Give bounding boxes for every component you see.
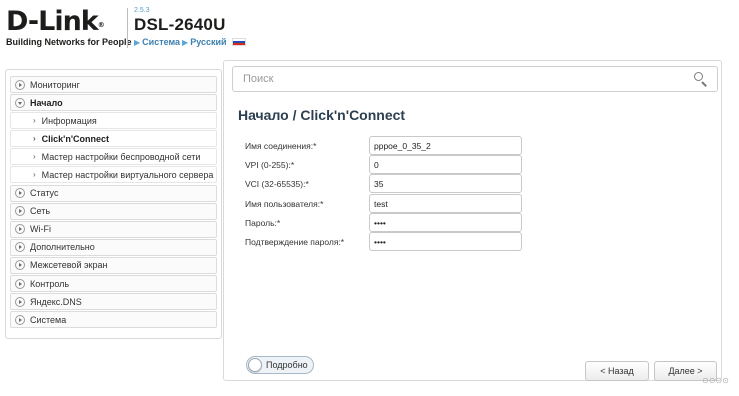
watermark: ⊙⊙⊙⊙ — [702, 376, 729, 385]
russian-flag-icon[interactable] — [231, 38, 246, 46]
chevron-right-icon — [15, 260, 25, 271]
system-link[interactable]: Система — [142, 37, 180, 47]
arrow-right-icon: › — [33, 116, 36, 126]
arrow-right-icon: › — [33, 152, 36, 162]
sidebar-item-status[interactable]: Статус — [10, 184, 217, 202]
sidebar-item-system[interactable]: Система — [10, 311, 217, 329]
details-toggle-label: Подробно — [266, 360, 308, 370]
triangle-icon: ▶ — [182, 37, 189, 47]
vci-label: VCI (32-65535):* — [245, 178, 309, 189]
form-row-connection-name: Имя соединения:* pppoe_0_35_2 — [245, 136, 535, 155]
chevron-right-icon — [15, 188, 25, 199]
chevron-right-icon — [15, 314, 25, 325]
username-label: Имя пользователя:* — [245, 198, 324, 209]
model-block: 2.5.3 DSL-2640U ▶ Система ▶ Русский — [134, 6, 246, 47]
logo-tagline: Building Networks for People — [6, 37, 132, 47]
sidebar-item-control[interactable]: Контроль — [10, 275, 217, 293]
chevron-right-icon — [15, 224, 25, 235]
model-name: DSL-2640U — [134, 15, 226, 34]
header-divider — [127, 8, 128, 48]
sidebar-item-monitoring[interactable]: Мониторинг — [10, 76, 217, 93]
sidebar-item-start[interactable]: Начало — [10, 94, 217, 112]
page-title: Начало / Click'n'Connect — [238, 107, 406, 123]
chevron-down-icon — [15, 97, 25, 108]
vci-input[interactable]: 35 — [369, 174, 522, 193]
toggle-knob — [248, 358, 262, 372]
chevron-right-icon — [15, 296, 25, 307]
chevron-right-icon — [15, 242, 25, 253]
password-confirm-label: Подтверждение пароля:* — [245, 236, 345, 247]
connection-name-input[interactable]: pppoe_0_35_2 — [369, 136, 522, 155]
search-placeholder: Поиск — [243, 73, 274, 85]
details-toggle[interactable]: Подробно — [246, 356, 314, 374]
header: D-Link® Building Networks for People 2.5… — [0, 0, 739, 60]
sidebar-item-advanced[interactable]: Дополнительно — [10, 238, 217, 256]
language-selector[interactable]: Русский — [190, 37, 226, 47]
vpi-label: VPI (0-255):* — [245, 159, 295, 170]
arrow-right-icon: › — [33, 134, 36, 144]
chevron-right-icon — [15, 79, 25, 90]
form-row-vpi: VPI (0-255):* 0 — [245, 155, 535, 174]
sidebar-item-firewall[interactable]: Межсетевой экран — [10, 256, 217, 274]
sidebar-subitem-info[interactable]: › Информация — [10, 112, 217, 130]
username-input[interactable]: test — [369, 194, 522, 213]
logo-wordmark: D-Link® — [6, 6, 105, 37]
sidebar-subitem-clickn-connect[interactable]: › Click'n'Connect — [10, 130, 217, 148]
vpi-input[interactable]: 0 — [369, 155, 522, 174]
password-confirm-input[interactable]: •••• — [369, 232, 522, 251]
form-row-password: Пароль:* •••• — [245, 213, 535, 232]
sidebar-item-yandex-dns[interactable]: Яндекс.DNS — [10, 293, 217, 311]
arrow-right-icon: › — [33, 170, 36, 180]
sidebar-subitem-virtual-server-wizard[interactable]: › Мастер настройки виртуального сервера — [10, 166, 217, 184]
firmware-version: 2.5.3 — [134, 7, 150, 14]
main-panel: Поиск Начало / Click'n'Connect Имя соеди… — [223, 60, 722, 381]
chevron-right-icon — [15, 206, 25, 217]
sidebar-item-wifi[interactable]: Wi-Fi — [10, 220, 217, 238]
password-label: Пароль:* — [245, 217, 281, 228]
form-row-username: Имя пользователя:* test — [245, 194, 535, 213]
search-icon[interactable] — [694, 72, 708, 87]
sidebar: Мониторинг Начало › Информация › Click'n'C… — [5, 69, 222, 339]
dlink-logo[interactable]: D-Link® Building Networks for People — [6, 6, 132, 48]
back-button[interactable]: < Назад — [585, 361, 649, 381]
form-row-password-confirm: Подтверждение пароля:* •••• — [245, 232, 535, 251]
triangle-icon: ▶ — [134, 37, 141, 47]
header-breadcrumb: ▶ Система ▶ Русский — [134, 37, 246, 47]
search-input[interactable]: Поиск — [232, 66, 718, 92]
sidebar-subitem-wireless-wizard[interactable]: › Мастер настройки беспроводной сети — [10, 148, 217, 166]
password-input[interactable]: •••• — [369, 213, 522, 232]
form-row-vci: VCI (32-65535):* 35 — [245, 174, 535, 193]
sidebar-item-network[interactable]: Сеть — [10, 202, 217, 220]
chevron-right-icon — [15, 278, 25, 289]
connection-name-label: Имя соединения:* — [245, 140, 317, 151]
